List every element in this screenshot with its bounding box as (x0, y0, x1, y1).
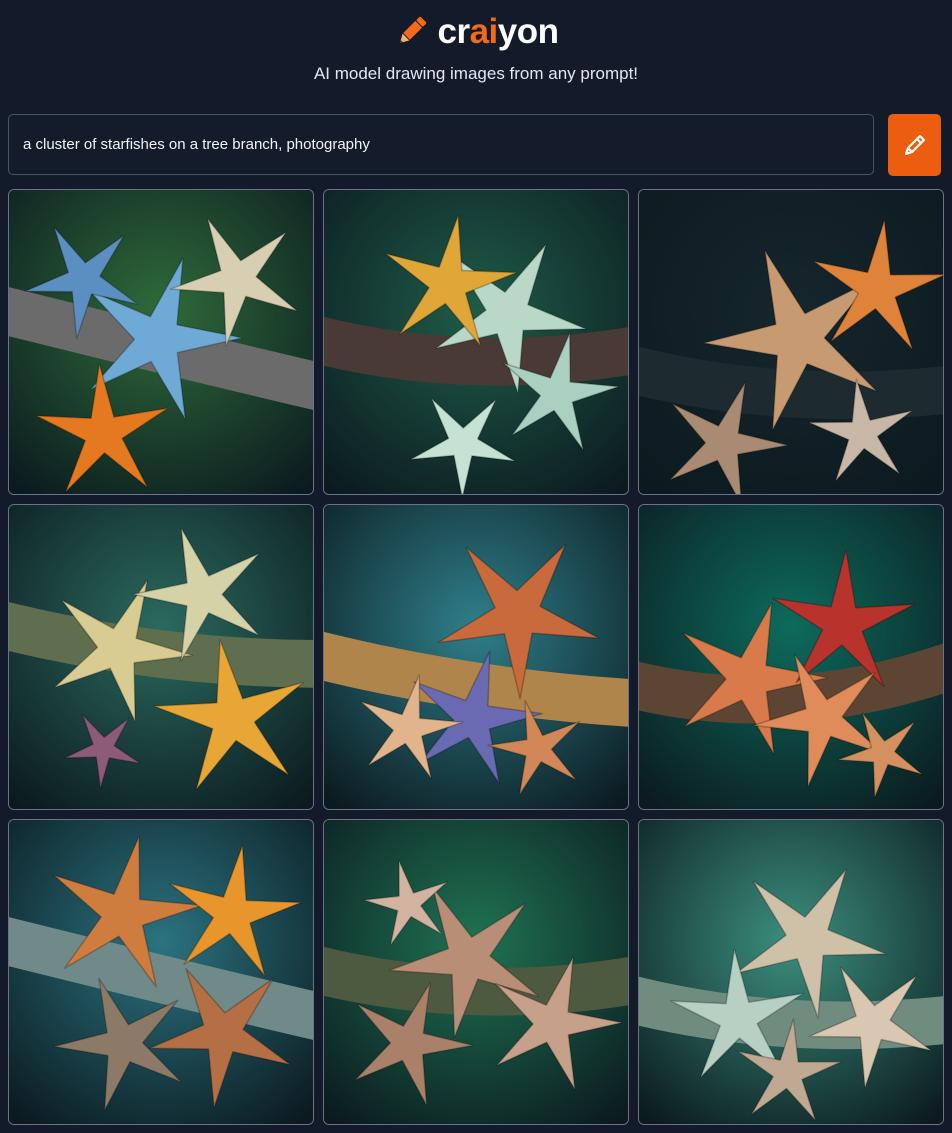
generated-image-4[interactable] (8, 504, 314, 810)
starfish-image (639, 190, 943, 494)
starfish-image (324, 190, 628, 494)
generated-image-2[interactable] (323, 189, 629, 495)
starfish-image (324, 820, 628, 1124)
generated-image-7[interactable] (8, 819, 314, 1125)
branch (324, 316, 628, 386)
prompt-input[interactable]: a cluster of starfishes on a tree branch… (8, 114, 874, 175)
generated-image-9[interactable] (638, 819, 944, 1125)
starfish-image (324, 505, 628, 809)
starfish-image (9, 820, 313, 1124)
generated-image-8[interactable] (323, 819, 629, 1125)
craiyon-page: craiyon AI model drawing images from any… (0, 0, 952, 1133)
generated-image-3[interactable] (638, 189, 944, 495)
generated-image-5[interactable] (323, 504, 629, 810)
starfish-image (9, 190, 313, 494)
logo[interactable]: craiyon (0, 10, 952, 52)
draw-button[interactable] (888, 114, 941, 176)
starfish-image (9, 505, 313, 809)
logo-wordmark: craiyon (437, 11, 559, 51)
starfish-image (639, 820, 943, 1124)
tagline: AI model drawing images from any prompt! (313, 64, 639, 83)
generated-image-1[interactable] (8, 189, 314, 495)
starfish-image (639, 505, 943, 809)
pencil-icon (904, 134, 925, 156)
pencil-icon (400, 16, 427, 44)
generated-image-6[interactable] (638, 504, 944, 810)
image-grid (8, 189, 944, 1125)
